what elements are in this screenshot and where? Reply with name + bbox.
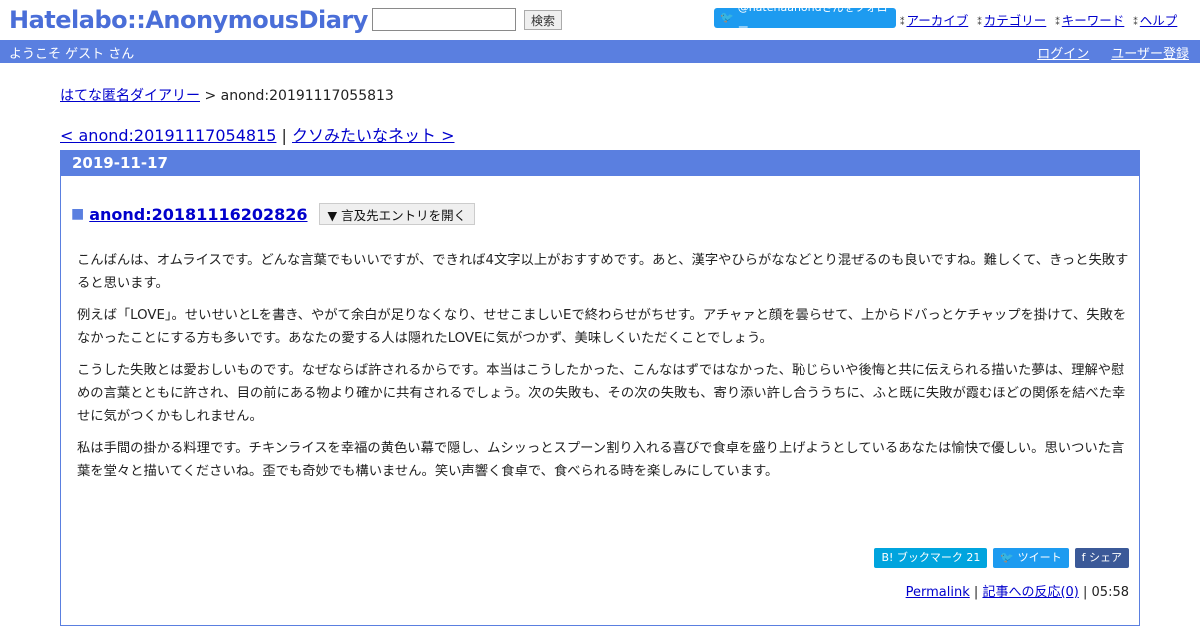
search-button[interactable]: 検索 [524, 10, 562, 30]
nav-arrow-icon: ⁑ [1055, 18, 1060, 28]
day-section: 2019-11-17 ■ anond:20181116202826 ▼ 言及先エ… [60, 150, 1140, 626]
twitter-follow-button[interactable]: 🐦 @hatenaanondさんをフォロー [714, 1, 896, 34]
entry-paragraph: 私は手間の掛かる料理です。チキンライスを幸福の黄色い幕で隠し、ムシッっとスプーン… [77, 441, 1125, 479]
pager-separator: | [281, 126, 287, 145]
nav-arrow-icon: ⁑ [977, 18, 982, 28]
breadcrumb-current: anond:20191117055813 [220, 88, 394, 104]
entry-title-link[interactable]: anond:20181116202826 [89, 205, 307, 224]
prev-entry-link[interactable]: < anond:20191117054815 [60, 126, 276, 145]
nav-arrow-icon: ⁑ [1133, 18, 1138, 28]
entry-paragraph: 例えば「LOVE」。せいせいとLを書き、やがて余白が足りなくなり、せせこましいE… [77, 308, 1127, 346]
welcome-bar: ようこそ ゲスト さん ログイン ユーザー登録 [0, 40, 1200, 63]
nav-arrow-icon: ⁑ [900, 18, 905, 28]
bookmark-count: 21 [966, 551, 981, 564]
hatena-bookmark-button[interactable]: B! ブックマーク 21 [874, 548, 988, 568]
twitter-bird-icon: 🐦 [720, 11, 734, 24]
entry-body: こんばんは、オムライスです。どんな言葉でもいいですが、できれば4文字以上がおすす… [77, 249, 1129, 492]
tweet-label: ツイート [1017, 551, 1062, 564]
footer-separator: | [1083, 585, 1088, 600]
bookmark-label: B! ブックマーク [881, 551, 963, 564]
nav-archive-link[interactable]: アーカイブ [907, 13, 969, 28]
site-header: Hatelabo::AnonymousDiary 検索 🐦 @hatenaano… [0, 0, 1200, 40]
entry-time: 05:58 [1091, 585, 1129, 600]
expand-reference-button[interactable]: ▼ 言及先エントリを開く [318, 203, 476, 225]
breadcrumb-separator: > [204, 88, 217, 104]
day-date[interactable]: 2019-11-17 [72, 154, 168, 172]
nav-help-link[interactable]: ヘルプ [1140, 13, 1178, 28]
footer-separator: | [973, 585, 979, 600]
entry-pager: < anond:20191117054815 | クソみたいなネット > [60, 122, 455, 146]
search-input[interactable] [372, 8, 516, 31]
breadcrumb: はてな匿名ダイアリー > anond:20191117055813 [60, 85, 394, 105]
reactions-link[interactable]: 記事への反応(0) [982, 585, 1078, 600]
facebook-icon: f [1081, 551, 1086, 564]
entry-footer: Permalink | 記事への反応(0) | 05:58 [906, 581, 1129, 600]
register-link[interactable]: ユーザー登録 [1111, 43, 1189, 62]
entry-heading: ■ anond:20181116202826 ▼ 言及先エントリを開く [71, 203, 476, 225]
facebook-label: シェア [1089, 551, 1122, 564]
entry-paragraph: こうした失敗とは愛おしいものです。なぜならば許されるからです。本当はこうしたかっ… [77, 363, 1126, 424]
permalink-link[interactable]: Permalink [906, 585, 970, 600]
welcome-text: ようこそ ゲスト さん [9, 47, 135, 62]
facebook-share-button[interactable]: f シェア [1074, 548, 1129, 568]
nav-category-link[interactable]: カテゴリー [984, 13, 1047, 28]
day-header: 2019-11-17 [61, 151, 1139, 176]
follow-label: @hatenaanondさんをフォロー [737, 1, 888, 34]
square-bullet-icon: ■ [71, 206, 85, 222]
nav-keyword-link[interactable]: キーワード [1062, 13, 1125, 28]
next-entry-link[interactable]: クソみたいなネット > [292, 126, 455, 145]
login-link[interactable]: ログイン [1037, 43, 1089, 62]
entry-paragraph: こんばんは、オムライスです。どんな言葉でもいいですが、できれば4文字以上がおすす… [77, 253, 1129, 291]
tweet-button[interactable]: 🐦 ツイート [993, 548, 1069, 568]
site-logo[interactable]: Hatelabo::AnonymousDiary [9, 4, 368, 36]
share-buttons: B! ブックマーク 21 🐦 ツイート f シェア [874, 548, 1129, 568]
breadcrumb-home-link[interactable]: はてな匿名ダイアリー [60, 88, 200, 104]
top-nav: ⁑ アーカイブ ⁑ カテゴリー ⁑ キーワード ⁑ ヘルプ [900, 10, 1177, 29]
twitter-bird-icon: 🐦 [1000, 551, 1015, 564]
